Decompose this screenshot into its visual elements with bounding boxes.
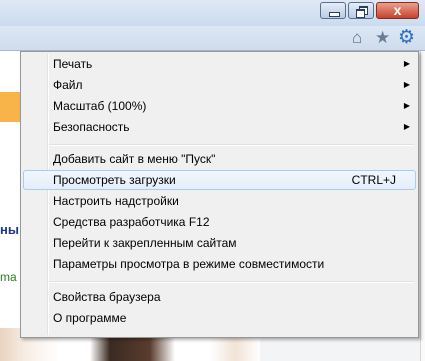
menu-item-label: Свойства браузера xyxy=(53,290,161,304)
close-icon: x xyxy=(393,2,402,18)
submenu-arrow-icon: ▶ xyxy=(403,80,410,89)
menu-item-label: Настроить надстройки xyxy=(53,194,179,208)
submenu-arrow-icon: ▶ xyxy=(403,101,410,110)
menu-item-label: Масштаб (100%) xyxy=(53,99,147,113)
menu-item-security[interactable]: Безопасность ▶ xyxy=(23,117,416,137)
home-icon[interactable]: ⌂ xyxy=(352,28,362,48)
menu-separator xyxy=(49,281,414,283)
tools-context-menu: Печать ▶ Файл ▶ Масштаб (100%) ▶ Безопас… xyxy=(20,51,419,338)
menu-item-view-downloads[interactable]: Просмотреть загрузки CTRL+J xyxy=(23,170,416,190)
menu-item-label: Средства разработчика F12 xyxy=(53,215,210,229)
minimize-button[interactable] xyxy=(320,2,346,19)
menu-item-developer-tools[interactable]: Средства разработчика F12 xyxy=(23,212,416,232)
page-link-fragment: ma xyxy=(0,270,17,284)
menu-item-compatibility-view[interactable]: Параметры просмотра в режиме совместимос… xyxy=(23,254,416,274)
menu-item-label: Перейти к закрепленным сайтам xyxy=(53,236,237,250)
menu-item-label: Добавить сайт в меню "Пуск" xyxy=(53,152,216,166)
menu-item-label: О программе xyxy=(53,311,127,325)
restore-button[interactable] xyxy=(348,2,374,19)
menu-item-file[interactable]: Файл ▶ xyxy=(23,75,416,95)
close-button[interactable]: x xyxy=(376,2,419,19)
menu-item-pinned-sites[interactable]: Перейти к закрепленным сайтам xyxy=(23,233,416,253)
menu-item-internet-options[interactable]: Свойства браузера xyxy=(23,287,416,307)
menu-item-label: Безопасность xyxy=(53,120,130,134)
menu-item-label: Параметры просмотра в режиме совместимос… xyxy=(53,257,325,271)
page-orange-banner xyxy=(0,92,20,122)
menu-item-print[interactable]: Печать ▶ xyxy=(23,54,416,74)
menu-item-label: Файл xyxy=(53,78,83,92)
menu-item-add-to-start[interactable]: Добавить сайт в меню "Пуск" xyxy=(23,149,416,169)
submenu-arrow-icon: ▶ xyxy=(403,122,410,131)
menu-item-label: Просмотреть загрузки xyxy=(53,173,176,187)
menu-separator xyxy=(49,144,414,146)
menu-item-about[interactable]: О программе xyxy=(23,308,416,328)
tools-gear-icon[interactable]: ⚙ xyxy=(398,28,415,48)
menu-item-zoom[interactable]: Масштаб (100%) ▶ xyxy=(23,96,416,116)
menu-item-shortcut: CTRL+J xyxy=(351,173,396,187)
menu-item-label: Печать xyxy=(53,57,93,71)
page-heading-fragment: ны xyxy=(0,222,19,237)
page-right-edge xyxy=(420,51,425,361)
submenu-arrow-icon: ▶ xyxy=(403,59,410,68)
favorites-star-icon[interactable]: ★ xyxy=(375,28,390,48)
browser-toolbar: ⌂ ★ ⚙ xyxy=(0,26,425,51)
window-titlebar: x xyxy=(0,0,425,26)
window-controls: x xyxy=(318,2,419,19)
menu-item-manage-addons[interactable]: Настроить надстройки xyxy=(23,191,416,211)
